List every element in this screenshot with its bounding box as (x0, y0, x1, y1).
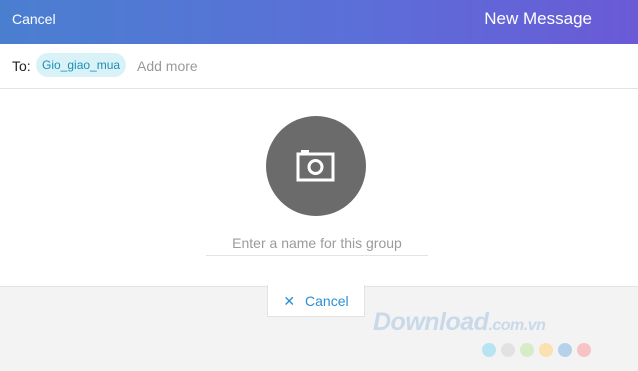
cancel-button-label: Cancel (305, 293, 349, 309)
recipient-row: To: Gio_giao_mua Add more (0, 44, 638, 89)
page-title: New Message (484, 9, 592, 28)
group-name-input[interactable] (206, 231, 428, 256)
watermark-logo: Download.com.vn (373, 308, 546, 337)
watermark-dots (482, 343, 596, 362)
cancel-button[interactable]: ✕ Cancel (267, 285, 365, 317)
camera-icon (296, 150, 335, 182)
watermark-domain: .com.vn (488, 317, 546, 334)
group-avatar-button[interactable] (266, 116, 366, 216)
close-icon: ✕ (283, 293, 296, 309)
watermark-dot (482, 343, 496, 357)
watermark-dot (539, 343, 553, 357)
watermark-brand: Download (373, 308, 489, 336)
watermark-dot (520, 343, 534, 357)
recipient-chip[interactable]: Gio_giao_mua (36, 53, 127, 77)
watermark-dot (558, 343, 572, 357)
watermark-dot (577, 343, 591, 357)
add-more-input[interactable]: Add more (137, 58, 198, 74)
group-setup-panel (0, 89, 638, 287)
to-label: To: (12, 58, 31, 74)
cancel-link[interactable]: Cancel (12, 11, 56, 27)
watermark-dot (501, 343, 515, 357)
header-bar: Cancel New Message (0, 0, 638, 44)
